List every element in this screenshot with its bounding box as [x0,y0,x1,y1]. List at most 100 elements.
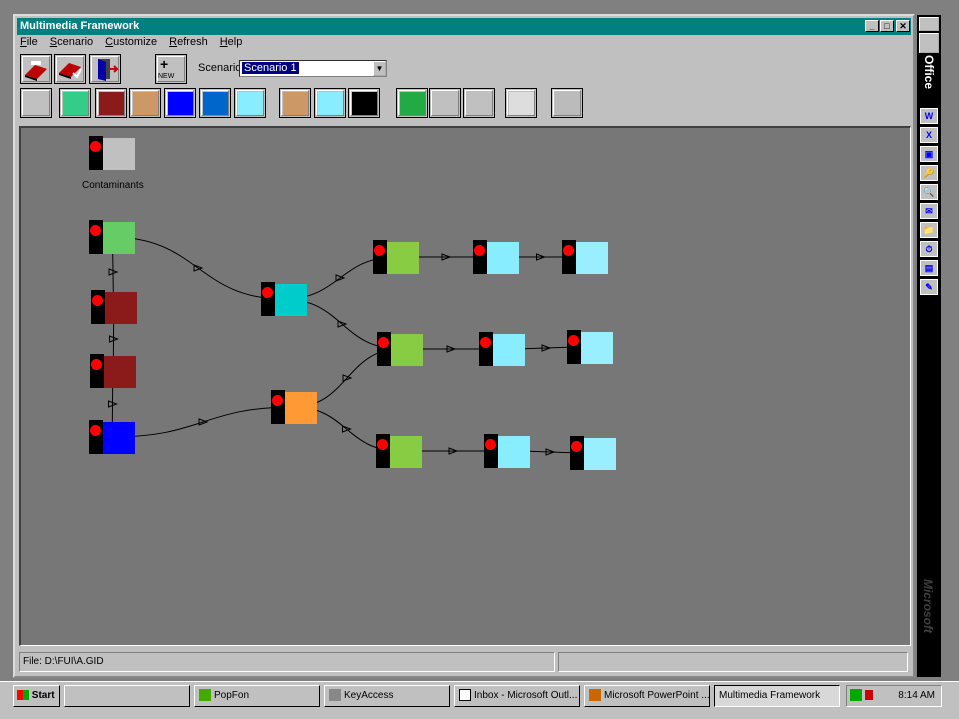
unsaturated-icon [133,92,158,115]
office-app-5-icon[interactable]: ✉ [920,203,938,219]
status-bar: File: D:\FUI\A.GID [19,652,912,672]
palette-aquifer-icon[interactable] [59,88,91,118]
office-menu-icon[interactable] [919,17,939,31]
open-button[interactable] [20,54,52,84]
status-dot-icon [474,245,485,256]
intake-node-1[interactable] [473,240,519,274]
scenario-value: Scenario 1 [242,62,299,74]
query-bar-icon [509,92,534,115]
link-line [111,406,295,438]
intake-node-3[interactable] [484,434,530,468]
office-app-7-icon[interactable]: ⏱ [920,241,938,257]
air-node[interactable] [261,282,307,316]
status-dot-icon [378,337,389,348]
palette-vadose-zone-icon[interactable] [95,88,127,118]
task-powerpoint[interactable]: Microsoft PowerPoint ... [584,685,710,707]
powerpoint-icon [589,689,601,702]
health-node-2[interactable] [567,330,613,364]
palette-query-arrow-icon[interactable] [463,88,495,118]
palette-air-icon[interactable] [279,88,311,118]
task-multimedia-framework[interactable]: Multimedia Framework [714,685,840,707]
exposure-node-2[interactable] [377,332,423,366]
health-node-1[interactable] [562,240,608,274]
query-arrow-icon [467,92,492,115]
palette-unsaturated-icon[interactable] [129,88,161,118]
scenario-canvas[interactable]: Contaminants [19,126,911,646]
menu-help[interactable]: Help [219,36,244,52]
surface-water-icon [203,92,228,115]
palette-contaminant-source-icon[interactable] [20,88,52,118]
contaminant-source-icon [24,92,49,115]
status-dot-icon [563,245,574,256]
chevron-down-icon[interactable]: ▼ [373,61,386,76]
maximize-button[interactable]: □ [880,20,894,32]
scenario-select[interactable]: Scenario 1 ▼ [239,60,387,77]
office-logo-icon[interactable] [919,33,939,53]
status-dot-icon [480,337,491,348]
palette-query-bar-icon[interactable] [505,88,537,118]
task-inbox[interactable]: Inbox - Microsoft Outl... [454,685,580,707]
menu-scenario[interactable]: Scenario [49,36,94,52]
source-node[interactable] [89,220,135,254]
menu-bar: File Scenario Customize Refresh Help [19,36,243,52]
intake-icon [493,334,525,366]
menu-file[interactable]: File [19,36,39,52]
menu-refresh[interactable]: Refresh [168,36,209,52]
palette-surface-water-icon[interactable] [199,88,231,118]
office-app-0-icon[interactable]: W [920,108,938,124]
status-dot-icon [90,425,101,436]
palette-river-icon[interactable] [234,88,266,118]
start-button[interactable]: Start [13,685,60,707]
exposure-node-3[interactable] [376,434,422,468]
sensitivity-icon [433,92,458,115]
exposure-icon [390,436,422,468]
save-button[interactable] [54,54,86,84]
network-icon[interactable] [850,689,862,702]
clock: 8:14 AM [898,690,935,701]
office-app-8-icon[interactable]: ▤ [920,260,938,276]
office-app-2-icon[interactable]: ▣ [920,146,938,162]
task-label: Microsoft PowerPoint ... [604,690,710,701]
palette-overland-icon[interactable] [164,88,196,118]
river-node[interactable] [271,390,317,424]
intake-icon [487,242,519,274]
palette-exposure-icon[interactable] [314,88,346,118]
exposure-icon [318,92,343,115]
office-app-4-icon[interactable]: 🔍 [920,184,938,200]
office-app-9-icon[interactable]: ✎ [920,279,938,295]
health-node-3[interactable] [570,436,616,470]
palette-health-icon[interactable] [396,88,428,118]
palette-receptor-icon[interactable] [348,88,380,118]
volume-icon[interactable] [864,690,873,701]
title-bar[interactable]: Multimedia Framework _ □ ✕ [17,18,911,35]
minimize-button[interactable]: _ [865,20,879,32]
vadose-node-2[interactable] [90,354,136,388]
air-icon [283,92,308,115]
intake-node-2[interactable] [479,332,525,366]
office-app-1-icon[interactable]: X [920,127,938,143]
close-button[interactable]: ✕ [896,20,910,32]
new-button[interactable]: + NEW [155,54,187,84]
task-keyaccess[interactable]: KeyAccess [324,685,450,707]
windows-logo-icon [17,690,29,701]
task-popfon[interactable]: PopFon [194,685,320,707]
status-dot-icon [377,439,388,450]
key-icon [329,689,341,702]
river-icon [285,392,317,424]
aquifer-node[interactable] [89,420,135,454]
palette-sensitivity-icon[interactable] [429,88,461,118]
vadose-node-1[interactable] [91,290,137,324]
menu-customize[interactable]: Customize [104,36,158,52]
source-icon [103,222,135,254]
vadose-icon [104,356,136,388]
status-dot-icon [90,141,101,152]
contaminants-node[interactable] [89,136,135,170]
exposure-node-1[interactable] [373,240,419,274]
system-tray: 8:14 AM [846,685,942,707]
exit-button[interactable] [89,54,121,84]
task-empty[interactable] [64,685,190,707]
save-icon [59,63,82,79]
palette-graph-icon[interactable] [551,88,583,118]
office-app-6-icon[interactable]: 📁 [920,222,938,238]
office-app-3-icon[interactable]: 🔑 [920,165,938,181]
